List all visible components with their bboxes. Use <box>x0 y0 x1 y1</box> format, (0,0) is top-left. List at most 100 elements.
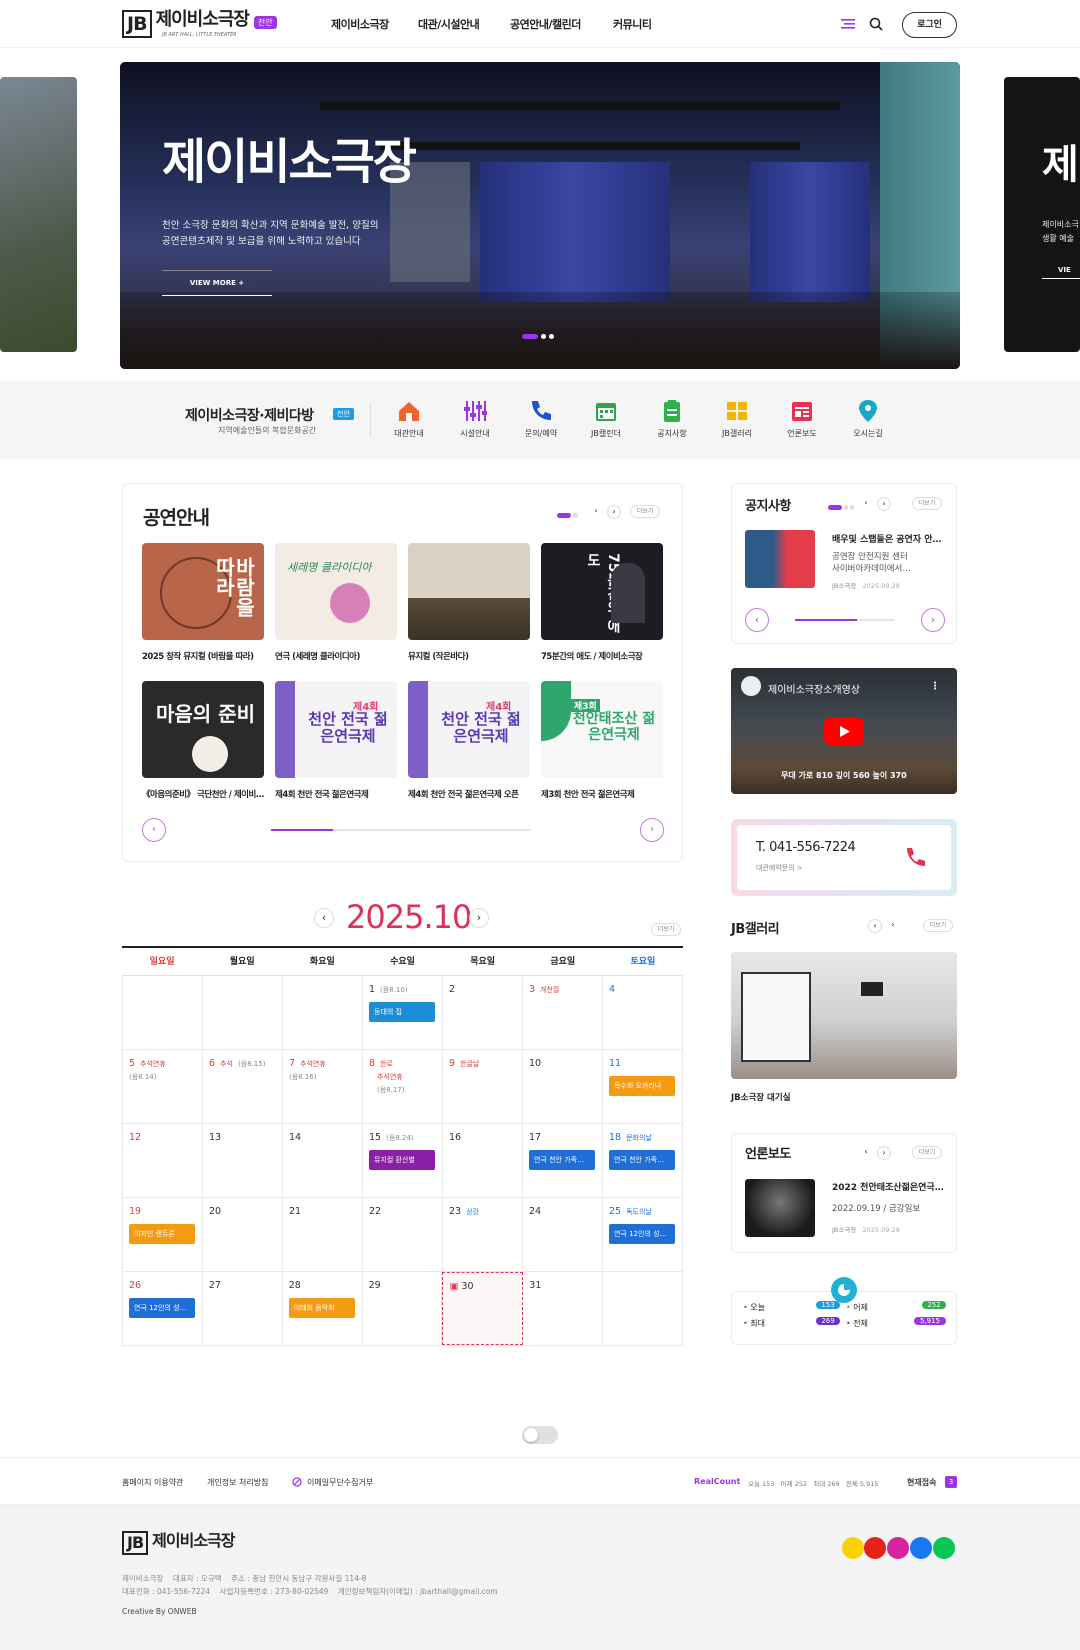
pager-dot[interactable] <box>844 505 848 510</box>
calendar-day[interactable]: 18 문화의날 연극 천안 가족… <box>603 1124 683 1197</box>
pager-dot[interactable] <box>573 513 578 518</box>
calendar-day[interactable]: 19 이지인 랜듀룬 <box>122 1198 203 1271</box>
calendar-day[interactable]: 27 <box>203 1272 283 1345</box>
calendar-event[interactable]: 연극 12인의 성… <box>609 1224 675 1244</box>
show-poster[interactable]: 세레명 클라이디아 <box>275 543 397 640</box>
notice-prev-arrow[interactable]: ‹ <box>859 497 873 511</box>
calendar-day[interactable]: 26 연극 12인의 성… <box>122 1272 203 1345</box>
gallery-next-arrow[interactable]: › <box>886 919 900 933</box>
prev-slide-preview[interactable] <box>0 77 77 352</box>
youtube-play-icon[interactable] <box>824 718 864 745</box>
hero-view-more-button[interactable]: VIEW MORE + <box>162 270 272 296</box>
press-thumbnail[interactable] <box>745 1179 815 1237</box>
nav-shows-calendar[interactable]: 공연안내/캘린더 <box>510 16 581 32</box>
calendar-day[interactable]: 13 <box>203 1124 283 1197</box>
calendar-day[interactable]: 4 <box>603 976 683 1049</box>
calendar-day[interactable]: 7 추석연휴 (음8.16) <box>283 1050 363 1123</box>
calendar-day[interactable]: 20 <box>203 1198 283 1271</box>
calendar-day[interactable]: 10 <box>523 1050 603 1123</box>
notice-more-button[interactable]: 더보기 <box>912 497 942 510</box>
calendar-day[interactable]: 14 <box>283 1124 363 1197</box>
quick-item-8[interactable]: 오시는길 <box>838 399 898 439</box>
kakao-icon[interactable] <box>842 1537 864 1559</box>
calendar-day[interactable]: 31 <box>523 1272 604 1345</box>
footer-email-refuse-link[interactable]: 이메일무단수집거부 <box>307 1477 373 1488</box>
nav-jb-theater[interactable]: 제이비소극장 <box>331 16 389 32</box>
quick-item-3[interactable]: 문의/예약 <box>511 399 571 439</box>
calendar-day[interactable]: 16 <box>443 1124 523 1197</box>
gallery-image[interactable] <box>731 952 957 1079</box>
calendar-day[interactable]: 17 연극 천안 가족… <box>523 1124 603 1197</box>
calendar-day[interactable]: 8 한로 추석연휴 (음8.17) <box>363 1050 443 1123</box>
footer-privacy-link[interactable]: 개인정보 처리방침 <box>207 1477 268 1488</box>
calendar-day[interactable]: 24 <box>523 1198 603 1271</box>
quick-item-6[interactable]: JB갤러리 <box>707 399 767 439</box>
calendar-day[interactable]: 15 (음8.24) 뮤지컬 환산별 <box>363 1124 443 1197</box>
calendar-event[interactable]: 연극 천안 가족… <box>609 1150 675 1170</box>
calendar-day[interactable]: 6 추석 (음8.15) <box>203 1050 283 1123</box>
nav-community[interactable]: 커뮤니티 <box>613 16 652 32</box>
show-poster[interactable]: 제4회 천안 전국 젊은연극제 <box>408 681 530 778</box>
show-caption[interactable]: 제4회 천안 전국 젊은연극제 오픈 <box>408 788 533 800</box>
calendar-day[interactable] <box>603 1272 684 1345</box>
show-poster[interactable]: 바람을 따라 <box>142 543 264 640</box>
calendar-day[interactable] <box>283 976 363 1049</box>
quick-item-1[interactable]: 대관안내 <box>379 399 439 439</box>
calendar-day[interactable] <box>122 976 203 1049</box>
show-caption[interactable]: 제4회 천안 전국 젊은연극제 <box>275 788 400 800</box>
calendar-next-button[interactable]: › <box>469 908 489 928</box>
calendar-day[interactable]: 25 독도의날 연극 12인의 성… <box>603 1198 683 1271</box>
calendar-event[interactable]: 이태희 음악회 <box>288 1298 355 1318</box>
shows-more-button[interactable]: 더보기 <box>630 505 660 518</box>
calendar-event[interactable]: 이지인 랜듀룬 <box>129 1224 195 1244</box>
calendar-event[interactable]: 연극 12인의 성… <box>129 1298 195 1318</box>
calendar-day[interactable]: 1 (음8.10) 등대의 집 <box>363 976 443 1049</box>
footer-terms-link[interactable]: 홈페이지 이용약관 <box>122 1477 183 1488</box>
notice-thumbnail[interactable] <box>745 530 815 588</box>
video-player[interactable]: 제이비소극장소개영상 ⋮ 무대 가로 810 깊이 560 높이 370 <box>731 668 957 794</box>
shows-next-circle[interactable]: › <box>640 818 664 842</box>
quick-item-4[interactable]: JB캘린더 <box>576 399 636 439</box>
show-poster[interactable]: 75분간의 애도 <box>541 543 663 640</box>
calendar-day[interactable]: 23 상강 <box>443 1198 523 1271</box>
show-caption[interactable]: 《마음의준비》 극단천안 / 제이비소극장 <box>142 788 267 800</box>
show-poster[interactable]: 마음의 준비 <box>142 681 264 778</box>
show-caption[interactable]: 75분간의 애도 / 제이비소극장 <box>541 650 666 662</box>
quick-item-5[interactable]: 공지사항 <box>642 399 702 439</box>
pager-dot-active[interactable] <box>828 505 842 510</box>
calendar-event[interactable]: 등대의 집 <box>369 1002 435 1022</box>
quick-item-2[interactable]: 시설안내 <box>445 399 505 439</box>
calendar-day[interactable]: ▣ 30 <box>442 1272 524 1345</box>
calendar-event[interactable]: 연극 천안 가족… <box>529 1150 595 1170</box>
pager-dot-active[interactable] <box>557 513 571 518</box>
calendar-day[interactable]: 3 개천절 <box>523 976 603 1049</box>
calendar-day[interactable]: 22 <box>363 1198 443 1271</box>
next-slide-preview[interactable]: 제 제이비소극 생활 예술 VIE <box>1004 77 1080 352</box>
site-logo[interactable]: JB 제이비소극장 천안 JB ART HALL, LITTLE THEATER <box>122 10 277 40</box>
show-poster[interactable]: 제3회 천안태조산 젊은연극제 <box>541 681 663 778</box>
video-more-icon[interactable]: ⋮ <box>930 681 940 692</box>
show-poster[interactable] <box>408 543 530 640</box>
show-caption[interactable]: 뮤지컬 (작은바다) <box>408 650 533 662</box>
calendar-prev-button[interactable]: ‹ <box>314 908 334 928</box>
calendar-day[interactable]: 29 <box>363 1272 443 1345</box>
calendar-day[interactable]: 28 이태희 음악회 <box>283 1272 363 1345</box>
hero-dot-active[interactable] <box>522 334 538 339</box>
notice-next-circle[interactable]: › <box>921 608 945 632</box>
login-button[interactable]: 로그인 <box>902 12 957 38</box>
shows-prev-circle[interactable]: ‹ <box>142 818 166 842</box>
menu-icon[interactable] <box>841 18 855 30</box>
gallery-caption[interactable]: JB소극장 대기실 <box>731 1091 791 1103</box>
calendar-more-button[interactable]: 더보기 <box>651 923 681 936</box>
notice-prev-circle[interactable]: ‹ <box>745 608 769 632</box>
calendar-day[interactable]: 21 <box>283 1198 363 1271</box>
gallery-prev-arrow[interactable]: ‹ <box>868 919 882 933</box>
press-prev-arrow[interactable]: ‹ <box>859 1146 873 1160</box>
line-icon[interactable] <box>933 1537 955 1559</box>
calendar-day[interactable]: 9 한글날 <box>443 1050 523 1123</box>
pager-dot[interactable] <box>850 505 854 510</box>
calendar-day[interactable]: 12 <box>122 1124 203 1197</box>
press-next-arrow[interactable]: › <box>877 1146 891 1160</box>
search-icon[interactable] <box>869 17 883 31</box>
calendar-event[interactable]: 뮤지컬 환산별 <box>369 1150 435 1170</box>
